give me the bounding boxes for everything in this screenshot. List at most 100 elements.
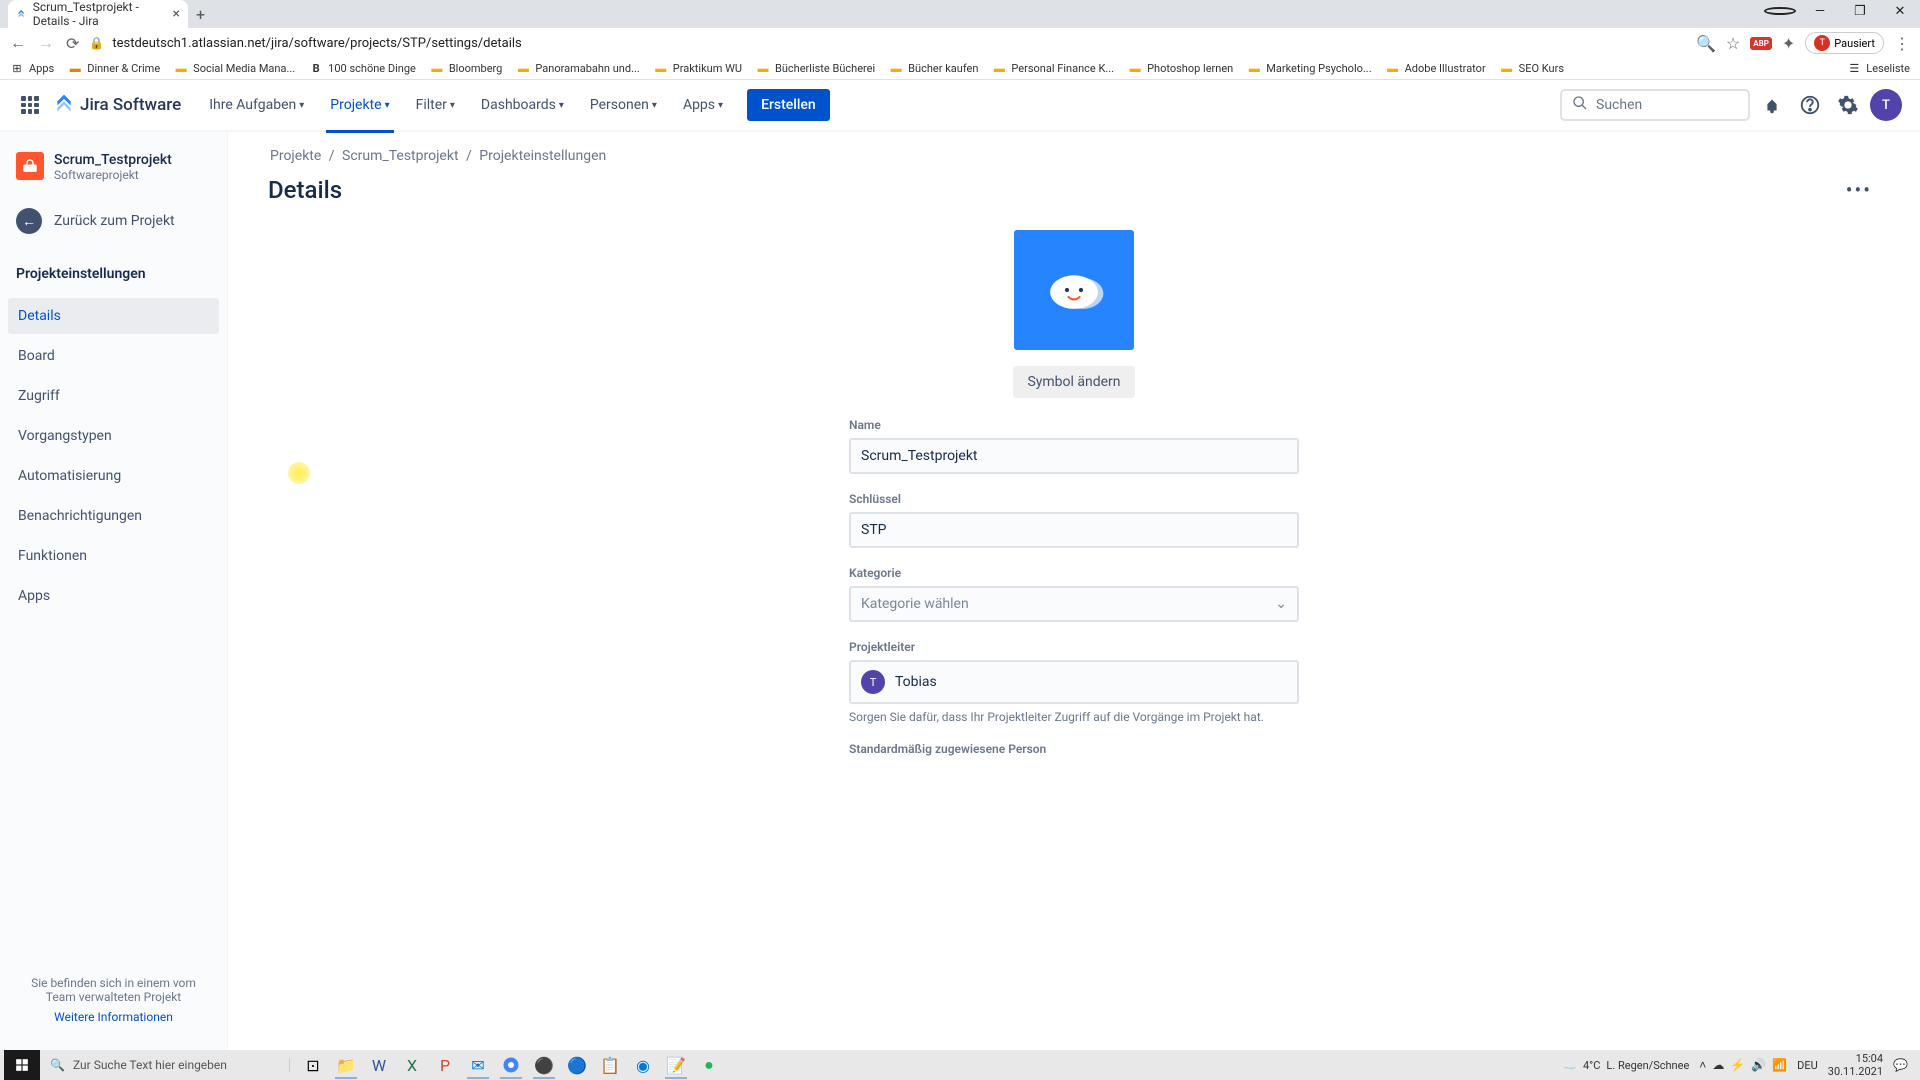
bookmark-item[interactable]: B100 schöne Dinge: [309, 62, 416, 76]
apps-bookmark[interactable]: ⊞ Apps: [10, 62, 54, 76]
bookmark-item[interactable]: ▬Adobe Illustrator: [1386, 62, 1486, 76]
notifications-icon[interactable]: [1756, 89, 1788, 121]
breadcrumb-settings[interactable]: Projekteinstellungen: [477, 148, 608, 164]
profile-paused[interactable]: T Pausiert: [1805, 32, 1884, 54]
help-icon[interactable]: [1794, 89, 1826, 121]
apps-icon: ⊞: [10, 62, 24, 76]
app-icon[interactable]: 🔵: [562, 1051, 592, 1079]
edge-icon[interactable]: ◉: [628, 1051, 658, 1079]
excel-icon[interactable]: X: [397, 1051, 427, 1079]
obs-icon[interactable]: ⚫: [529, 1051, 559, 1079]
close-tab-icon[interactable]: ×: [173, 6, 180, 22]
tab-title: Scrum_Testprojekt - Details - Jira: [33, 0, 167, 28]
clock[interactable]: 15:04 30.11.2021: [1828, 1052, 1883, 1078]
bookmark-item[interactable]: ▬Bücherliste Bücherei: [756, 62, 875, 76]
input-key[interactable]: [849, 512, 1299, 548]
reading-list[interactable]: ☰Leseliste: [1847, 62, 1910, 76]
wifi-icon[interactable]: 📶: [1772, 1058, 1787, 1072]
chevron-up-icon[interactable]: ˄: [1699, 1058, 1706, 1072]
select-category[interactable]: Kategorie wählen ⌄: [849, 586, 1299, 622]
weather-widget[interactable]: ☁️ 4°C L. Regen/Schnee: [1563, 1059, 1689, 1072]
sidebar-item-board[interactable]: Board: [8, 338, 219, 374]
start-button[interactable]: [4, 1050, 40, 1080]
nav-projects[interactable]: Projekte▾: [320, 79, 399, 131]
bookmark-item[interactable]: ▬Bücher kaufen: [889, 62, 978, 76]
sidebar-item-apps[interactable]: Apps: [8, 578, 219, 614]
sidebar-footer-link[interactable]: Weitere Informationen: [18, 1010, 209, 1024]
sidebar-item-features[interactable]: Funktionen: [8, 538, 219, 574]
circle-icon[interactable]: [1764, 4, 1796, 19]
bookmark-item[interactable]: ▬Praktikum WU: [654, 62, 742, 76]
bookmark-item[interactable]: ▬Dinner & Crime: [68, 62, 160, 76]
bookmark-item[interactable]: ▬Panoramabahn und...: [516, 62, 639, 76]
notification-center-icon[interactable]: 💬: [1893, 1058, 1908, 1072]
maximize-icon[interactable]: ❐: [1844, 4, 1876, 19]
windows-search[interactable]: 🔍 Zur Suche Text hier eingeben: [40, 1058, 290, 1072]
jira-icon: [54, 93, 74, 118]
menu-icon[interactable]: ⋮: [1894, 34, 1910, 53]
file-explorer-icon[interactable]: 📁: [331, 1051, 361, 1079]
sidebar-item-notifications[interactable]: Benachrichtigungen: [8, 498, 219, 534]
nav-apps[interactable]: Apps▾: [673, 79, 733, 131]
notepad-icon[interactable]: 📝: [661, 1051, 691, 1079]
folder-icon: ▬: [1247, 62, 1261, 76]
back-icon[interactable]: ←: [10, 33, 26, 53]
app-switcher-icon[interactable]: [18, 93, 42, 117]
spotify-icon[interactable]: ●: [694, 1051, 724, 1079]
sidebar-item-access[interactable]: Zugriff: [8, 378, 219, 414]
nav-people[interactable]: Personen▾: [580, 79, 667, 131]
word-icon[interactable]: W: [364, 1051, 394, 1079]
reload-icon[interactable]: ⟳: [66, 34, 79, 53]
change-avatar-button[interactable]: Symbol ändern: [1013, 366, 1134, 398]
input-name[interactable]: [849, 438, 1299, 474]
star-icon[interactable]: ☆: [1726, 34, 1740, 53]
mail-icon[interactable]: ✉: [463, 1051, 493, 1079]
network-icon[interactable]: ⚡: [1730, 1058, 1745, 1072]
sidebar-item-automation[interactable]: Automatisierung: [8, 458, 219, 494]
sidebar-item-details[interactable]: Details: [8, 298, 219, 334]
close-window-icon[interactable]: ✕: [1884, 4, 1916, 19]
folder-icon: ▬: [1386, 62, 1400, 76]
search-input[interactable]: Suchen: [1560, 89, 1750, 121]
chevron-down-icon: ▾: [652, 100, 657, 111]
select-lead[interactable]: T Tobias: [849, 660, 1299, 704]
folder-icon: ▬: [516, 62, 530, 76]
label-lead: Projektleiter: [849, 640, 1299, 654]
settings-icon[interactable]: [1832, 89, 1864, 121]
breadcrumb-projects[interactable]: Projekte: [268, 148, 323, 164]
back-to-project[interactable]: ← Zurück zum Projekt: [8, 200, 219, 242]
address-bar[interactable]: 🔒 testdeutsch1.atlassian.net/jira/softwa…: [89, 36, 1686, 51]
app-icon[interactable]: 📋: [595, 1051, 625, 1079]
extensions-icon[interactable]: ✦: [1782, 34, 1795, 53]
onedrive-icon[interactable]: ☁: [1712, 1058, 1724, 1072]
chevron-down-icon: ▾: [450, 100, 455, 111]
bookmark-item[interactable]: ▬Social Media Mana...: [174, 62, 295, 76]
nav-your-work[interactable]: Ihre Aufgaben▾: [199, 79, 314, 131]
bookmark-item[interactable]: ▬Photoshop lernen: [1128, 62, 1233, 76]
folder-icon: ▬: [1128, 62, 1142, 76]
bookmark-item[interactable]: ▬SEO Kurs: [1500, 62, 1564, 76]
bookmark-item[interactable]: ▬Marketing Psycholo...: [1247, 62, 1371, 76]
bookmark-item[interactable]: ▬Bloomberg: [430, 62, 503, 76]
browser-tab[interactable]: Scrum_Testprojekt - Details - Jira ×: [8, 0, 188, 28]
chrome-icon[interactable]: [496, 1051, 526, 1079]
label-name: Name: [849, 418, 1299, 432]
product-logo[interactable]: Jira Software: [54, 93, 181, 118]
zoom-icon[interactable]: 🔍: [1696, 34, 1716, 53]
task-view-icon[interactable]: ⊡: [298, 1051, 328, 1079]
nav-filters[interactable]: Filter▾: [406, 79, 465, 131]
more-actions-button[interactable]: •••: [1838, 174, 1880, 206]
breadcrumb-project[interactable]: Scrum_Testprojekt: [340, 148, 461, 164]
powerpoint-icon[interactable]: P: [430, 1051, 460, 1079]
create-button[interactable]: Erstellen: [747, 89, 830, 121]
minimize-icon[interactable]: —: [1804, 4, 1836, 19]
chevron-down-icon: ▾: [299, 100, 304, 111]
new-tab-button[interactable]: +: [188, 1, 213, 28]
volume-icon[interactable]: 🔊: [1751, 1058, 1766, 1072]
sidebar-item-issuetypes[interactable]: Vorgangstypen: [8, 418, 219, 454]
abp-icon[interactable]: ABP: [1750, 37, 1772, 50]
profile-avatar[interactable]: T: [1870, 89, 1902, 121]
nav-dashboards[interactable]: Dashboards▾: [471, 79, 574, 131]
language-indicator[interactable]: DEU: [1797, 1059, 1818, 1072]
bookmark-item[interactable]: ▬Personal Finance K...: [992, 62, 1114, 76]
